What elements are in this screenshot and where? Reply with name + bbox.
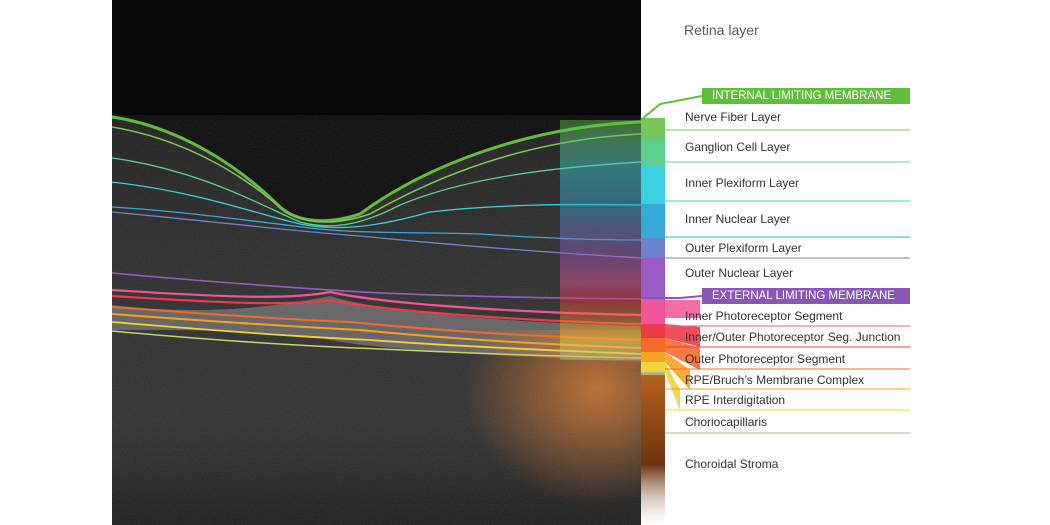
label-inner-plexiform-layer: Inner Plexiform Layer xyxy=(685,176,800,190)
strip-outer-photoreceptor xyxy=(641,338,665,352)
strip-choroidal-stroma xyxy=(641,375,665,525)
strip-junction xyxy=(641,324,665,338)
label-rpe-interdigitation: RPE Interdigitation xyxy=(685,393,786,407)
label-outer-plexiform-layer: Outer Plexiform Layer xyxy=(685,241,802,255)
label-rpe-bruch-complex: RPE/Bruch’s Membrane Complex xyxy=(685,373,865,387)
label-nerve-fiber-layer: Nerve Fiber Layer xyxy=(685,110,782,124)
label-photoreceptor-junction: Inner/Outer Photoreceptor Seg. Junction xyxy=(685,330,901,344)
strip-inner-plexiform xyxy=(641,166,665,204)
label-outer-nuclear-layer: Outer Nuclear Layer xyxy=(685,266,794,280)
label-choriocapillaris: Choriocapillaris xyxy=(685,415,768,429)
ilm-banner: INTERNAL LIMITING MEMBRANE xyxy=(702,88,910,104)
label-choroidal-stroma: Choroidal Stroma xyxy=(685,457,779,471)
strip-rpe-interdigitation xyxy=(641,362,665,372)
scan-color-wash xyxy=(560,120,641,360)
label-outer-photoreceptor-segment: Outer Photoreceptor Segment xyxy=(685,352,846,366)
strip-outer-plexiform xyxy=(641,238,665,258)
strip-ganglion xyxy=(641,138,665,166)
strip-nerve-fiber xyxy=(641,118,665,138)
diagram-title: Retina layer xyxy=(684,22,759,38)
strip-rpe-bruch xyxy=(641,352,665,362)
label-inner-nuclear-layer: Inner Nuclear Layer xyxy=(685,212,791,226)
strip-inner-photoreceptor xyxy=(641,298,665,324)
label-ganglion-cell-layer: Ganglion Cell Layer xyxy=(685,140,791,154)
label-inner-photoreceptor-segment: Inner Photoreceptor Segment xyxy=(685,309,843,323)
strip-outer-nuclear xyxy=(641,258,665,298)
oct-retina-scan xyxy=(112,0,910,525)
strip-inner-nuclear xyxy=(641,204,665,238)
elm-banner: EXTERNAL LIMITING MEMBRANE xyxy=(702,288,910,304)
